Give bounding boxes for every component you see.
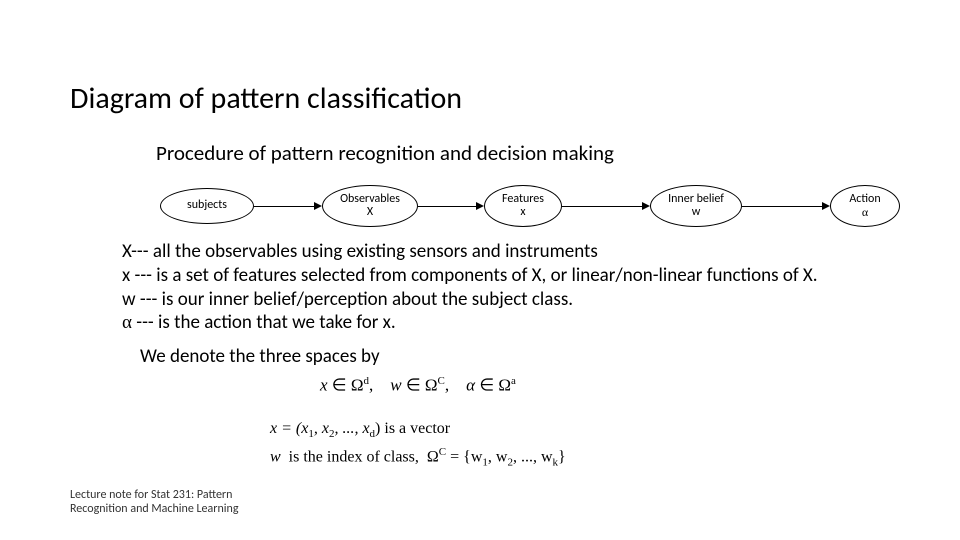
def-line-w: w --- is our inner belief/perception abo… [122, 288, 818, 312]
def-line-x: x --- is a set of features selected from… [122, 264, 818, 288]
node-observables: Observables X [322, 185, 418, 227]
math-vector-line: x = (x1, x2, ..., xd) is a vector [270, 420, 566, 440]
math-class-line: w is the index of class, ΩC = {w1, w2, .… [270, 446, 566, 469]
node-features: Features x [484, 185, 562, 227]
node-subjects-label: subjects [187, 199, 227, 212]
definitions-block: X--- all the observables using existing … [122, 240, 818, 335]
arrow-icon [254, 202, 322, 210]
arrow-icon [742, 202, 830, 210]
page-title: Diagram of pattern classification [70, 80, 462, 117]
footer-note: Lecture note for Stat 231: Pattern Recog… [70, 488, 238, 517]
footer-l1: Lecture note for Stat 231: Pattern [70, 488, 238, 502]
math-vector-block: x = (x1, x2, ..., xd) is a vector w is t… [270, 420, 566, 469]
pipeline-diagram: subjects Observables X Features x Inner … [160, 185, 900, 227]
node-subjects: subjects [160, 188, 254, 224]
subtitle: Procedure of pattern recognition and dec… [156, 140, 614, 166]
sup-c: C [438, 375, 445, 387]
def-line-X: X--- all the observables using existing … [122, 240, 818, 264]
denote-text: We denote the three spaces by [140, 345, 380, 368]
footer-l2: Recognition and Machine Learning [70, 502, 238, 516]
def-line-alpha: α --- is the action that we take for x. [122, 311, 818, 335]
node-observables-l2: X [367, 206, 373, 219]
node-action: Action α [830, 185, 900, 227]
node-features-l2: x [520, 206, 525, 219]
math-spaces: x ∈ Ωd, w ∈ ΩC, α ∈ Ωa [320, 375, 516, 396]
arrow-icon [418, 202, 484, 210]
node-inner-belief: Inner belief w [650, 185, 742, 227]
arrow-icon [562, 202, 650, 210]
node-belief-l2: w [692, 206, 701, 219]
node-action-l2: α [862, 206, 868, 219]
